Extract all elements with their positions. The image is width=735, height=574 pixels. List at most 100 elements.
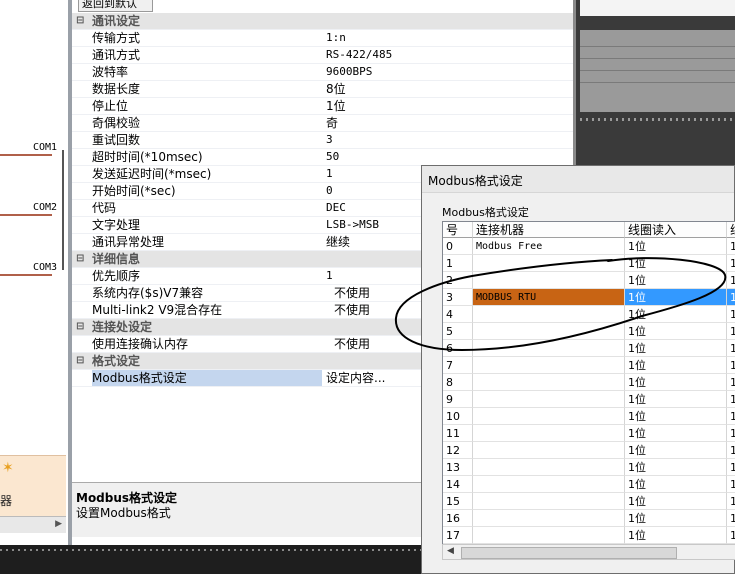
cell-coil-read[interactable]: 1位 <box>625 357 727 374</box>
prop-row[interactable]: 数据长度 8位 <box>72 81 573 98</box>
cell-no[interactable]: 12 <box>443 442 473 459</box>
cell-next[interactable]: 1 <box>727 272 735 289</box>
prop-value[interactable]: 1 <box>326 166 333 182</box>
cell-device[interactable] <box>473 476 625 493</box>
triangle-collapse-icon[interactable]: ⊟ <box>76 353 84 369</box>
prop-row[interactable]: 停止位 1位 <box>72 98 573 115</box>
cell-next[interactable]: 1 <box>727 289 735 306</box>
dialog-titlebar[interactable]: Modbus格式设定 <box>422 166 734 193</box>
left-scrollbar[interactable]: ▶ <box>0 516 66 533</box>
triangle-collapse-icon[interactable]: ⊟ <box>76 319 84 335</box>
cell-device[interactable] <box>473 306 625 323</box>
cell-no[interactable]: 2 <box>443 272 473 289</box>
cell-device[interactable] <box>473 459 625 476</box>
cell-next[interactable]: 1 <box>727 357 735 374</box>
cell-coil-read[interactable]: 1位 <box>625 476 727 493</box>
cell-device[interactable] <box>473 493 625 510</box>
table-row[interactable]: 10 1位1 <box>443 408 735 425</box>
cell-next[interactable]: 1 <box>727 391 735 408</box>
cell-coil-read[interactable]: 1位 <box>625 459 727 476</box>
cell-coil-read[interactable]: 1位 <box>625 238 727 255</box>
table-row[interactable]: 17 1位1 <box>443 527 735 544</box>
cell-coil-read[interactable]: 1位 <box>625 527 727 544</box>
cell-coil-read[interactable]: 1位 <box>625 374 727 391</box>
prop-value[interactable]: 0 <box>326 183 333 199</box>
cell-next[interactable]: 1 <box>727 476 735 493</box>
cell-no[interactable]: 15 <box>443 493 473 510</box>
cell-device[interactable] <box>473 323 625 340</box>
cell-next[interactable]: 1 <box>727 425 735 442</box>
prop-value[interactable]: 1 <box>326 268 333 284</box>
cell-next[interactable]: 1 <box>727 442 735 459</box>
cell-next[interactable]: 1 <box>727 374 735 391</box>
prop-row[interactable]: 超时时间(*10msec) 50 <box>72 149 573 166</box>
cell-no[interactable]: 3 <box>443 289 473 306</box>
triangle-collapse-icon[interactable]: ⊟ <box>76 13 84 29</box>
cell-device[interactable] <box>473 272 625 289</box>
cell-device[interactable] <box>473 510 625 527</box>
cell-device[interactable] <box>473 357 625 374</box>
cell-coil-read[interactable]: 1位 <box>625 493 727 510</box>
cell-no[interactable]: 10 <box>443 408 473 425</box>
cell-coil-read[interactable]: 1位 <box>625 510 727 527</box>
cell-no[interactable]: 1 <box>443 255 473 272</box>
prop-value[interactable]: 继续 <box>326 234 350 250</box>
cell-next[interactable]: 1 <box>727 459 735 476</box>
cell-device[interactable] <box>473 425 625 442</box>
table-row[interactable]: 3MODBUS RTU1位1 <box>443 289 735 306</box>
cell-next[interactable]: 1 <box>727 510 735 527</box>
prop-value[interactable]: 8位 <box>326 81 346 97</box>
prop-value[interactable]: 奇 <box>326 115 338 131</box>
cell-no[interactable]: 13 <box>443 459 473 476</box>
col-header-next[interactable]: 线 <box>727 222 735 238</box>
cell-coil-read[interactable]: 1位 <box>625 255 727 272</box>
prop-value[interactable]: 3 <box>326 132 333 148</box>
cell-next[interactable]: 1 <box>727 340 735 357</box>
prop-value[interactable]: 9600BPS <box>326 64 372 80</box>
prop-value[interactable]: LSB->MSB <box>326 217 379 233</box>
table-row[interactable]: 4 1位1 <box>443 306 735 323</box>
col-header-device[interactable]: 连接机器 <box>473 222 625 238</box>
prop-row[interactable]: 通讯方式 RS-422/485 <box>72 47 573 64</box>
cell-coil-read[interactable]: 1位 <box>625 323 727 340</box>
prop-row[interactable]: 波特率 9600BPS <box>72 64 573 81</box>
table-row[interactable]: 8 1位1 <box>443 374 735 391</box>
table-row[interactable]: 7 1位1 <box>443 357 735 374</box>
cell-next[interactable]: 1 <box>727 408 735 425</box>
table-row[interactable]: 11位1 <box>443 255 735 272</box>
cell-coil-read[interactable]: 1位 <box>625 272 727 289</box>
prop-value[interactable]: 不使用 <box>334 302 370 318</box>
cell-coil-read[interactable]: 1位 <box>625 391 727 408</box>
table-row[interactable]: 12 1位1 <box>443 442 735 459</box>
table-row[interactable]: 16 1位1 <box>443 510 735 527</box>
prop-value[interactable]: 1位 <box>326 98 346 114</box>
category-comm-settings[interactable]: ⊟ 通讯设定 <box>72 13 573 30</box>
cell-device[interactable] <box>473 340 625 357</box>
cell-next[interactable]: 1 <box>727 238 735 255</box>
cell-no[interactable]: 16 <box>443 510 473 527</box>
cell-coil-read[interactable]: 1位 <box>625 289 727 306</box>
tool-tile[interactable]: ✶ 器 <box>0 455 66 516</box>
cell-coil-read[interactable]: 1位 <box>625 408 727 425</box>
scroll-left-arrow-icon[interactable]: ◀ <box>447 546 454 556</box>
modbus-settings-value[interactable]: 设定内容... <box>326 370 385 386</box>
prop-value[interactable]: DEC <box>326 200 346 216</box>
col-header-coil-read[interactable]: 线圈读入 <box>625 222 727 238</box>
dialog-horizontal-scrollbar[interactable]: ◀ <box>442 544 735 560</box>
table-row[interactable]: 2 1位1 <box>443 272 735 289</box>
cell-coil-read[interactable]: 1位 <box>625 340 727 357</box>
cell-no[interactable]: 17 <box>443 527 473 544</box>
cell-no[interactable]: 8 <box>443 374 473 391</box>
prop-row[interactable]: 重试回数 3 <box>72 132 573 149</box>
table-row[interactable]: 15 1位1 <box>443 493 735 510</box>
cell-next[interactable]: 1 <box>727 306 735 323</box>
prop-value[interactable]: 不使用 <box>334 285 370 301</box>
cell-no[interactable]: 11 <box>443 425 473 442</box>
cell-device[interactable] <box>473 527 625 544</box>
cell-device[interactable] <box>473 408 625 425</box>
table-row[interactable]: 13 1位1 <box>443 459 735 476</box>
reset-default-button[interactable]: 返回到默认 <box>78 0 153 12</box>
cell-no[interactable]: 7 <box>443 357 473 374</box>
cell-no[interactable]: 9 <box>443 391 473 408</box>
cell-device[interactable] <box>473 374 625 391</box>
